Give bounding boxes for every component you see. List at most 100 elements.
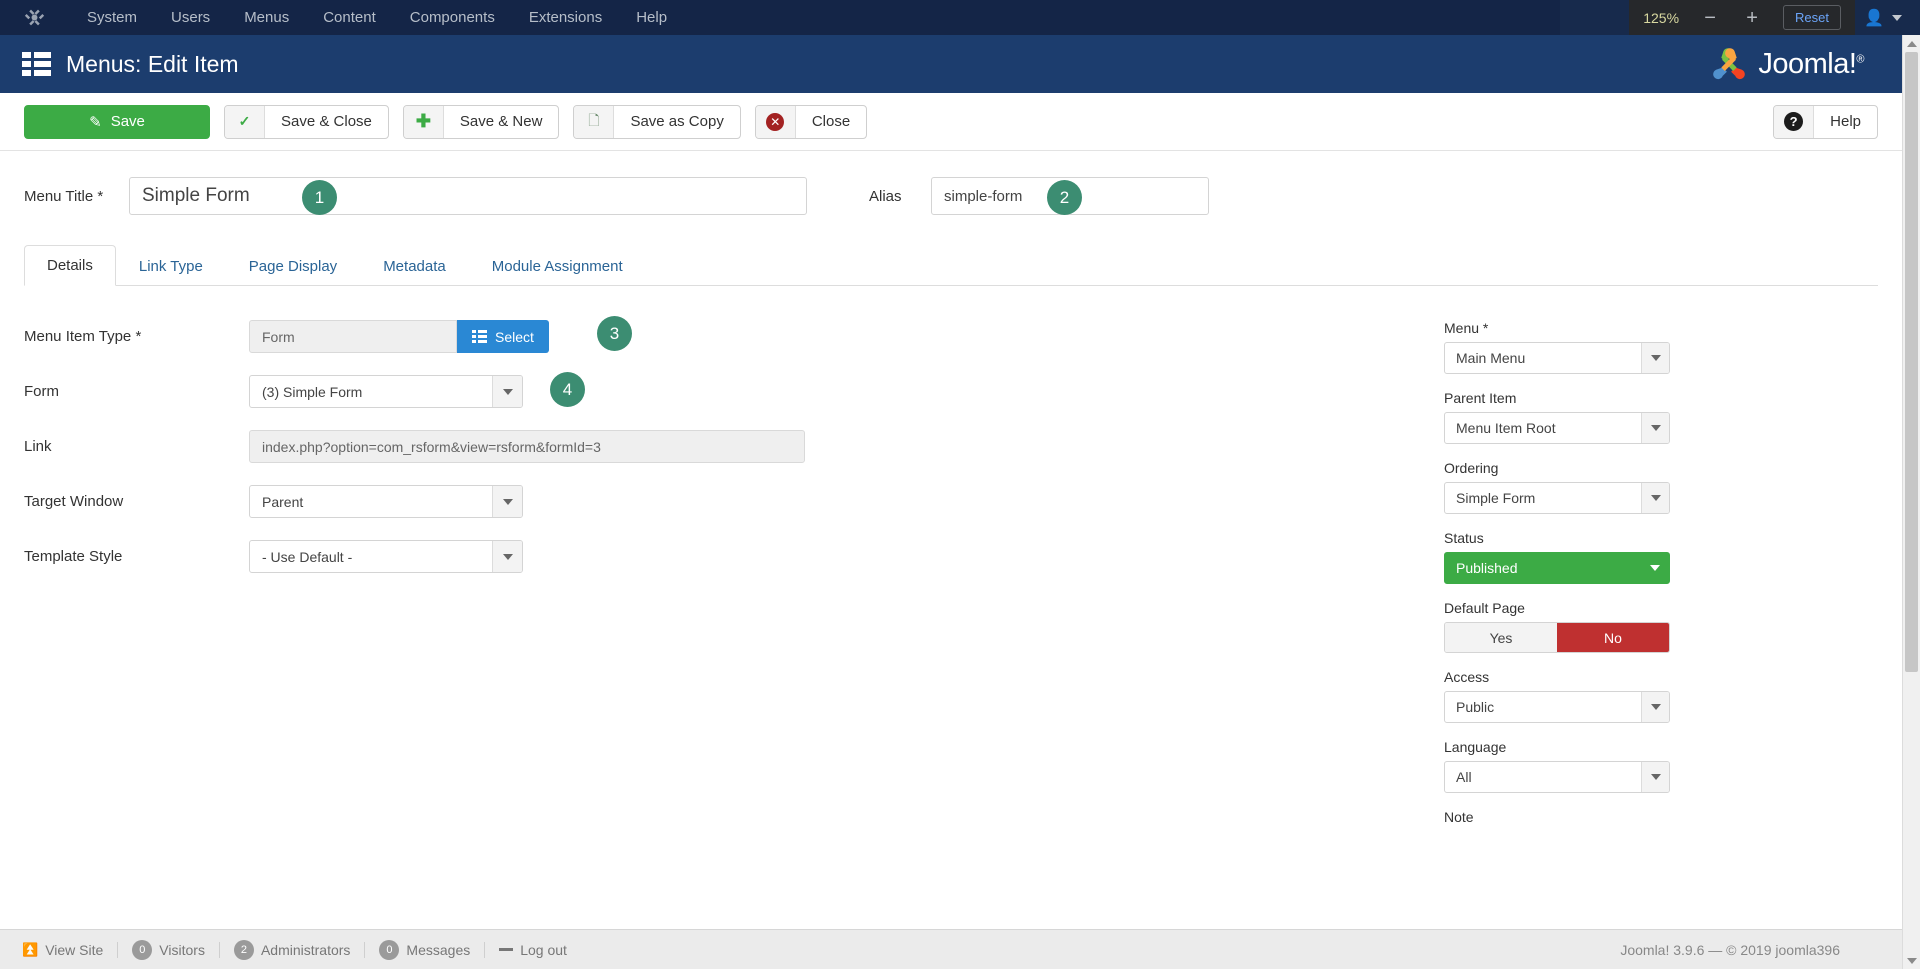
- chevron-down-icon[interactable]: [1641, 413, 1669, 443]
- scrollbar-thumb[interactable]: [1905, 52, 1918, 672]
- scroll-up-arrow[interactable]: [1903, 35, 1920, 52]
- close-button-label: Close: [796, 113, 866, 130]
- menu-group: Menu * Main Menu: [1444, 320, 1724, 374]
- menu-item-content[interactable]: Content: [306, 3, 393, 32]
- content-area: Menu Title * Simple Form 1 Alias simple-…: [0, 151, 1902, 929]
- parent-item-select[interactable]: Menu Item Root: [1444, 412, 1670, 444]
- messages-item[interactable]: 0 Messages: [365, 940, 484, 960]
- save-and-new-label: Save & New: [444, 113, 559, 130]
- language-label: Language: [1444, 739, 1724, 755]
- chevron-down-icon[interactable]: [492, 541, 522, 572]
- target-window-select[interactable]: Parent: [249, 485, 523, 518]
- scroll-down-arrow[interactable]: [1903, 952, 1920, 969]
- title-alias-row: Menu Title * Simple Form 1 Alias simple-…: [0, 151, 1902, 215]
- select-button-label: Select: [495, 329, 534, 345]
- list-icon: [472, 330, 487, 343]
- status-group: Status Published: [1444, 530, 1724, 584]
- form-select[interactable]: (3) Simple Form: [249, 375, 523, 408]
- chevron-down-icon[interactable]: [492, 376, 522, 407]
- save-and-new-button[interactable]: ✚ Save & New: [403, 105, 560, 139]
- logout-label: Log out: [520, 942, 567, 958]
- copy-icon: 🗋: [574, 106, 614, 138]
- template-style-select[interactable]: - Use Default -: [249, 540, 523, 573]
- default-page-toggle[interactable]: Yes No: [1444, 622, 1670, 653]
- menu-item-components[interactable]: Components: [393, 3, 512, 32]
- tab-details[interactable]: Details: [24, 245, 116, 286]
- menu-item-type-row: Menu Item Type * Form Select 3: [24, 320, 1444, 353]
- chevron-down-icon[interactable]: [1641, 762, 1669, 792]
- menu-item-users[interactable]: Users: [154, 3, 227, 32]
- page-title: Menus: Edit Item: [66, 51, 239, 78]
- menu-item-system[interactable]: System: [70, 3, 154, 32]
- menu-item-extensions[interactable]: Extensions: [512, 3, 619, 32]
- tab-link-type[interactable]: Link Type: [116, 246, 226, 286]
- template-style-row: Template Style - Use Default -: [24, 540, 1444, 573]
- language-group: Language All: [1444, 739, 1724, 793]
- parent-item-label: Parent Item: [1444, 390, 1724, 406]
- menu-item-menus[interactable]: Menus: [227, 3, 306, 32]
- help-button[interactable]: ? Help: [1773, 105, 1878, 139]
- administrators-item[interactable]: 2 Administrators: [220, 940, 364, 960]
- visitors-count-badge: 0: [132, 940, 152, 960]
- logout-link[interactable]: Log out: [485, 942, 581, 958]
- form-label: Form: [24, 383, 249, 400]
- admin-menu-bar: System Users Menus Content Components Ex…: [0, 0, 1560, 35]
- page-scrollbar[interactable]: [1902, 35, 1920, 969]
- link-label: Link: [24, 438, 249, 455]
- visitors-label: Visitors: [159, 942, 205, 958]
- ordering-select[interactable]: Simple Form: [1444, 482, 1670, 514]
- zoom-reset-button[interactable]: Reset: [1783, 5, 1841, 30]
- browser-user-area[interactable]: 👤: [1864, 0, 1902, 35]
- menu-item-type-select-button[interactable]: Select: [457, 320, 549, 353]
- default-page-no-option[interactable]: No: [1557, 623, 1669, 652]
- ordering-group: Ordering Simple Form: [1444, 460, 1724, 514]
- tab-metadata[interactable]: Metadata: [360, 246, 469, 286]
- tab-page-display[interactable]: Page Display: [226, 246, 360, 286]
- chevron-down-icon[interactable]: [1641, 553, 1669, 583]
- menu-title-input[interactable]: Simple Form 1: [129, 177, 807, 215]
- save-pencil-icon: ✎: [89, 113, 102, 131]
- joomla-mark-icon[interactable]: [20, 5, 48, 31]
- access-value: Public: [1445, 692, 1641, 722]
- chevron-down-icon[interactable]: [1892, 15, 1902, 21]
- save-button[interactable]: ✎ Save: [24, 105, 210, 139]
- menu-list-icon: [22, 52, 50, 76]
- status-select[interactable]: Published: [1444, 552, 1670, 584]
- chevron-down-icon[interactable]: [1641, 483, 1669, 513]
- save-and-close-button[interactable]: ✓ Save & Close: [224, 105, 389, 139]
- view-site-link[interactable]: ⏫ View Site: [22, 942, 117, 958]
- zoom-popup: 125% − + Reset: [1629, 0, 1855, 35]
- language-select[interactable]: All: [1444, 761, 1670, 793]
- parent-item-group: Parent Item Menu Item Root: [1444, 390, 1724, 444]
- logout-icon: [499, 948, 513, 951]
- status-label: Status: [1444, 530, 1724, 546]
- visitors-item[interactable]: 0 Visitors: [118, 940, 219, 960]
- access-select[interactable]: Public: [1444, 691, 1670, 723]
- page-header: Menus: Edit Item Joomla!®: [0, 35, 1902, 93]
- language-value: All: [1445, 762, 1641, 792]
- messages-count-badge: 0: [379, 940, 399, 960]
- annotation-badge-1: 1: [302, 180, 337, 215]
- zoom-out-button[interactable]: −: [1699, 8, 1721, 28]
- tab-module-assignment[interactable]: Module Assignment: [469, 246, 646, 286]
- zoom-in-button[interactable]: +: [1741, 8, 1763, 28]
- alias-label: Alias: [869, 188, 931, 205]
- user-avatar-icon[interactable]: 👤: [1864, 8, 1884, 28]
- menu-title-label: Menu Title *: [24, 188, 129, 205]
- menu-select[interactable]: Main Menu: [1444, 342, 1670, 374]
- target-window-value: Parent: [250, 486, 492, 517]
- close-button[interactable]: ✕ Close: [755, 105, 867, 139]
- chevron-down-icon[interactable]: [1641, 343, 1669, 373]
- default-page-yes-option[interactable]: Yes: [1445, 623, 1557, 652]
- template-style-label: Template Style: [24, 548, 249, 565]
- chevron-down-icon[interactable]: [492, 486, 522, 517]
- alias-input[interactable]: simple-form 2: [931, 177, 1209, 215]
- chevron-down-icon[interactable]: [1641, 692, 1669, 722]
- note-label: Note: [1444, 809, 1724, 825]
- menu-item-help[interactable]: Help: [619, 3, 684, 32]
- link-value: index.php?option=com_rsform&view=rsform&…: [249, 430, 805, 463]
- save-and-close-label: Save & Close: [265, 113, 388, 130]
- administrators-count-badge: 2: [234, 940, 254, 960]
- save-as-copy-button[interactable]: 🗋 Save as Copy: [573, 105, 740, 139]
- parent-item-value: Menu Item Root: [1445, 413, 1641, 443]
